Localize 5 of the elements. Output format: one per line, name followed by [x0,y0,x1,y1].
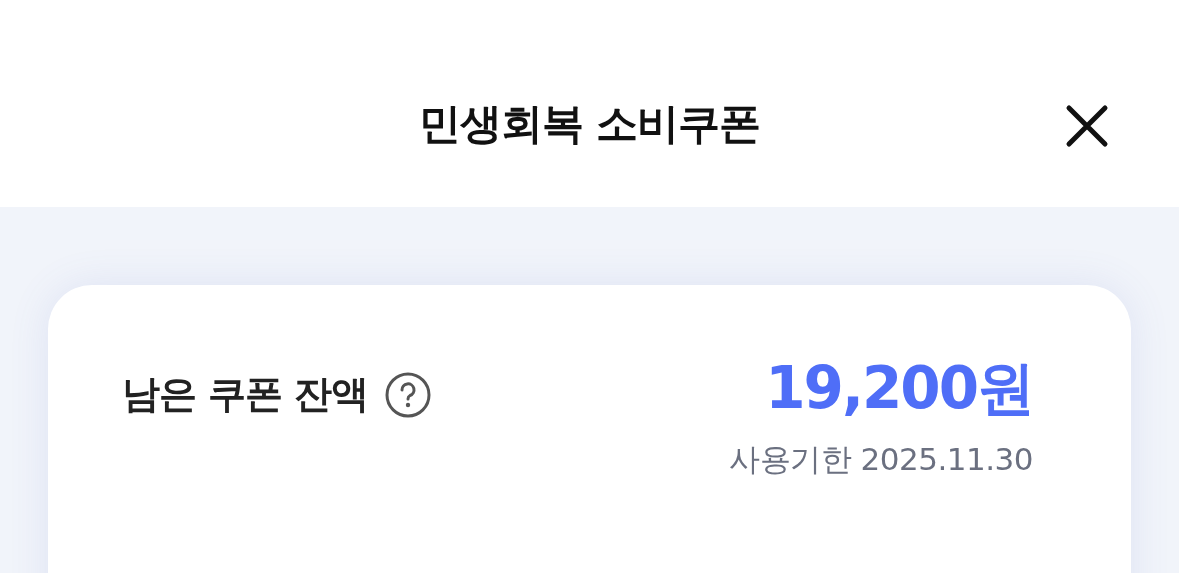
help-icon[interactable] [384,370,433,419]
expiry-date: 사용기한 2025.11.30 [729,439,1033,479]
page-title: 민생회복 소비쿠폰 [418,97,761,150]
balance-label: 남은 쿠폰 잔액 [122,371,369,418]
balance-amount: 19,200원 [765,357,1033,421]
